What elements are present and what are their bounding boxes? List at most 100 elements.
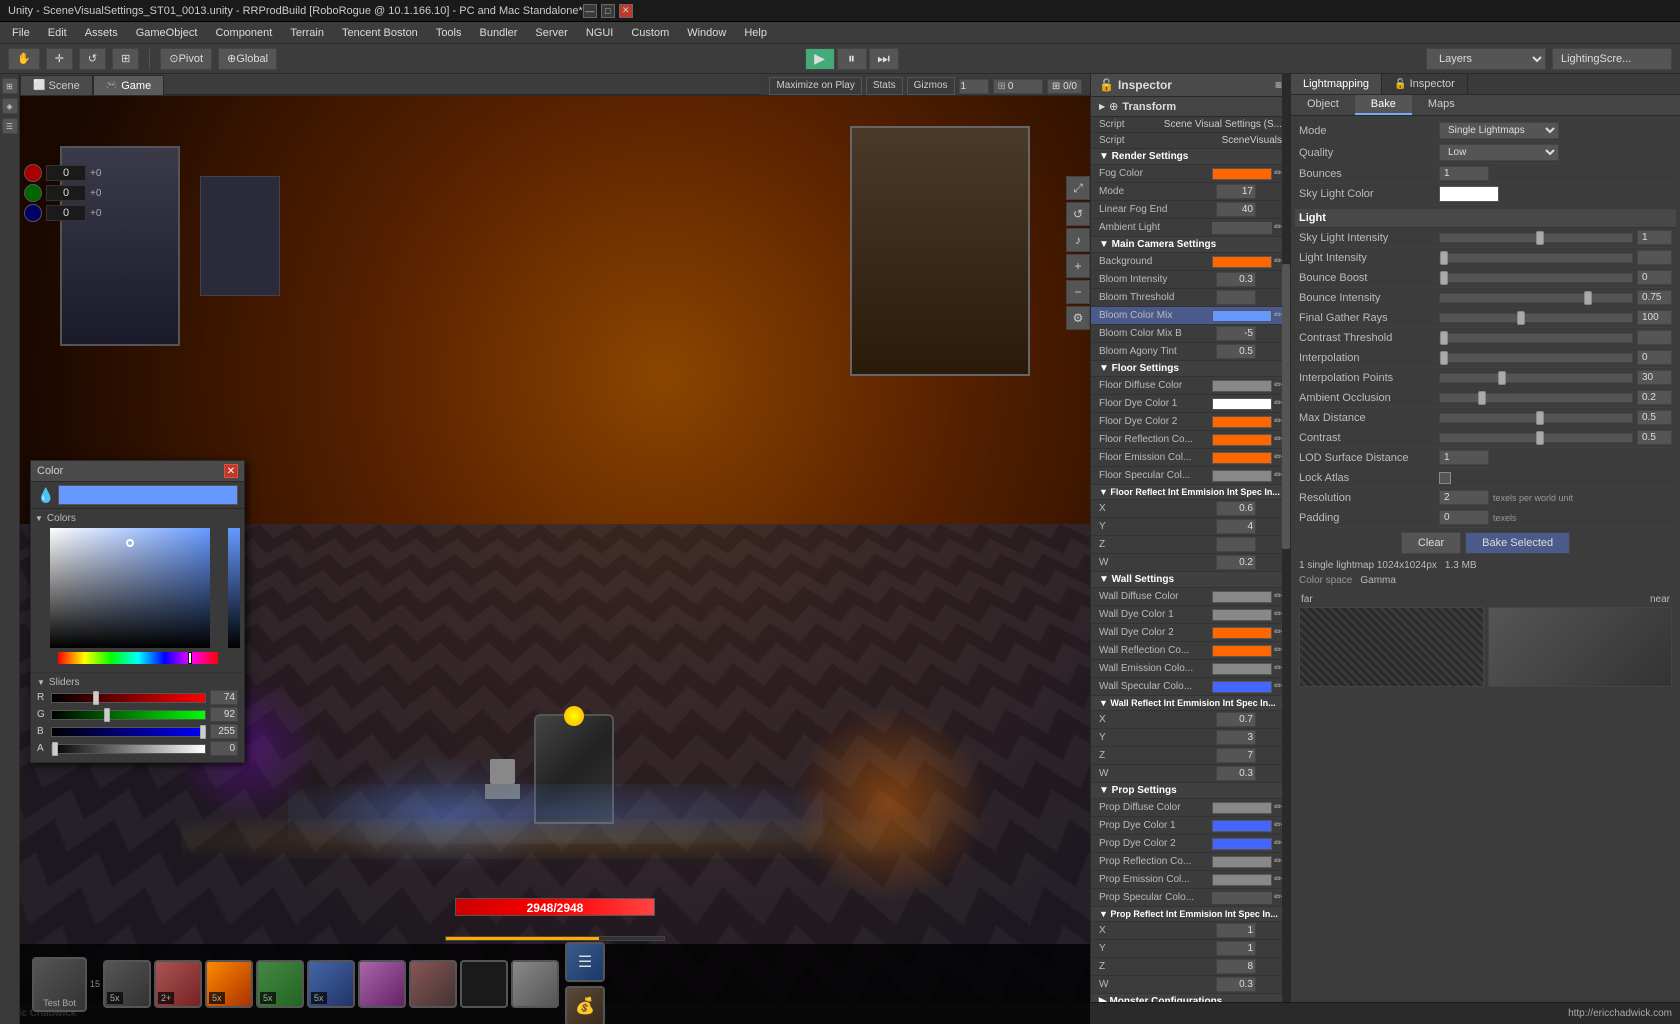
interpolation-points-input[interactable]	[1637, 370, 1672, 385]
mp-value[interactable]	[46, 185, 86, 201]
wall-rz-input[interactable]	[1216, 748, 1256, 763]
bounce-boost-slider[interactable]	[1439, 273, 1633, 283]
bloom-intensity-input[interactable]	[1216, 272, 1256, 287]
menu-help[interactable]: Help	[736, 25, 775, 41]
bake-selected-button[interactable]: Bake Selected	[1465, 532, 1570, 554]
bounces-input[interactable]	[1439, 166, 1489, 181]
cp-brightness-bar[interactable]	[228, 528, 240, 648]
clear-button[interactable]: Clear	[1401, 532, 1461, 554]
quality-dropdown[interactable]: Low	[1439, 144, 1559, 161]
ambient-occlusion-slider[interactable]	[1439, 393, 1633, 403]
wall-rw-input[interactable]	[1216, 766, 1256, 781]
inspector-scrollbar[interactable]	[1282, 74, 1290, 1024]
padding-input[interactable]	[1439, 510, 1489, 525]
floor-dye1-swatch[interactable]	[1212, 398, 1272, 410]
inventory-button[interactable]: ☰	[565, 942, 605, 982]
interpolation-points-slider[interactable]	[1439, 373, 1633, 383]
mode-dropdown[interactable]: Single Lightmaps	[1439, 122, 1559, 139]
menu-file[interactable]: File	[4, 25, 38, 41]
settings-icon[interactable]: ⚙	[1066, 306, 1090, 330]
cp-a-input[interactable]	[210, 741, 238, 756]
cp-hue-bar[interactable]	[58, 652, 218, 664]
skill-portrait[interactable]: Test Bot	[32, 957, 87, 1012]
wall-ry-input[interactable]	[1216, 730, 1256, 745]
prop-dye2-swatch[interactable]	[1212, 838, 1272, 850]
transform-hand-button[interactable]: ✋	[8, 48, 40, 70]
wall-settings-header[interactable]: ▼ Wall Settings	[1091, 572, 1290, 588]
render-settings-header[interactable]: ▼ Render Settings	[1091, 149, 1290, 165]
sidebar-icon-2[interactable]: ◈	[2, 98, 18, 114]
light-intensity-input[interactable]	[1637, 250, 1672, 265]
sky-light-intensity-slider[interactable]	[1439, 233, 1633, 243]
pause-button[interactable]: ⏸	[837, 48, 867, 70]
prop-ry-input[interactable]	[1216, 941, 1256, 956]
layers-dropdown[interactable]: Layers	[1426, 48, 1546, 70]
inspector-menu-icon[interactable]: ≡	[1275, 78, 1282, 92]
floor-w-input[interactable]	[1216, 555, 1256, 570]
menu-terrain[interactable]: Terrain	[282, 25, 332, 41]
close-button[interactable]: ✕	[619, 4, 633, 18]
lod-surface-distance-input[interactable]	[1439, 450, 1489, 465]
transform-rotate-button[interactable]: ↺	[79, 48, 106, 70]
cp-gradient-box[interactable]	[50, 528, 210, 648]
floor-reflect-header[interactable]: ▼ Floor Reflect Int Emmision Int Spec In…	[1091, 485, 1290, 500]
linear-fog-end-input[interactable]	[1216, 202, 1256, 217]
cp-g-input[interactable]	[210, 707, 238, 722]
skill-2[interactable]: 2+	[154, 960, 202, 1008]
bloom-threshold-input[interactable]	[1216, 290, 1256, 305]
wall-emission-swatch[interactable]	[1212, 663, 1272, 675]
layout-button[interactable]: LightingScre...	[1552, 48, 1672, 70]
sidebar-icon-1[interactable]: ⊞	[2, 78, 18, 94]
floor-specular-swatch[interactable]	[1212, 470, 1272, 482]
interpolation-input[interactable]	[1637, 350, 1672, 365]
wall-diffuse-swatch[interactable]	[1212, 591, 1272, 603]
wall-specular-swatch[interactable]	[1212, 681, 1272, 693]
cp-r-slider[interactable]	[51, 693, 206, 703]
bounce-intensity-slider[interactable]	[1439, 293, 1633, 303]
interpolation-slider[interactable]	[1439, 353, 1633, 363]
scene-tab[interactable]: ⬜ Scene	[20, 75, 93, 95]
color-picker-close[interactable]: ✕	[224, 464, 238, 478]
sky-light-intensity-input[interactable]	[1637, 230, 1672, 245]
skill-5[interactable]: 5x	[307, 960, 355, 1008]
menu-server[interactable]: Server	[527, 25, 575, 41]
game-tab[interactable]: 🎮 Game	[93, 75, 164, 95]
skill-6[interactable]	[358, 960, 406, 1008]
prop-reflection-swatch[interactable]	[1212, 856, 1272, 868]
prop-specular-swatch[interactable]	[1212, 892, 1272, 904]
max-distance-slider[interactable]	[1439, 413, 1633, 423]
menu-tools[interactable]: Tools	[428, 25, 470, 41]
transform-component-header[interactable]: ▶ ⊕ Transform	[1091, 97, 1290, 117]
lock-atlas-checkbox[interactable]	[1439, 472, 1451, 484]
menu-ngui[interactable]: NGUI	[578, 25, 622, 41]
menu-component[interactable]: Component	[207, 25, 280, 41]
floor-reflection-swatch[interactable]	[1212, 434, 1272, 446]
prop-settings-header[interactable]: ▼ Prop Settings	[1091, 783, 1290, 799]
skill-1[interactable]: 5x	[103, 960, 151, 1008]
floor-x-input[interactable]	[1216, 501, 1256, 516]
prop-diffuse-swatch[interactable]	[1212, 802, 1272, 814]
maximize-button[interactable]: □	[601, 4, 615, 18]
floor-dye2-swatch[interactable]	[1212, 416, 1272, 428]
menu-gameobject[interactable]: GameObject	[128, 25, 206, 41]
floor-emission-swatch[interactable]	[1212, 452, 1272, 464]
inspector-tab-rp[interactable]: 🔓 Inspector	[1382, 74, 1468, 94]
floor-diffuse-swatch[interactable]	[1212, 380, 1272, 392]
play-button[interactable]: ▶	[805, 48, 835, 70]
prop-rx-input[interactable]	[1216, 923, 1256, 938]
orbit-icon[interactable]: ↺	[1066, 202, 1090, 226]
res-input[interactable]	[1008, 81, 1038, 92]
cp-b-input[interactable]	[210, 724, 238, 739]
prop-emission-swatch[interactable]	[1212, 874, 1272, 886]
linear-fog-start-input[interactable]	[1216, 184, 1256, 199]
cp-r-input[interactable]	[210, 690, 238, 705]
resolution-input[interactable]	[1439, 490, 1489, 505]
zoom-in-icon[interactable]: +	[1066, 254, 1090, 278]
transform-move-button[interactable]: ✛	[46, 48, 73, 70]
move-icon[interactable]: ⤢	[1066, 176, 1090, 200]
menu-edit[interactable]: Edit	[40, 25, 75, 41]
bloom-color-mix-swatch[interactable]	[1212, 310, 1272, 322]
lightmapping-tab[interactable]: Lightmapping	[1291, 74, 1382, 94]
wall-rx-input[interactable]	[1216, 712, 1256, 727]
floor-z-input[interactable]	[1216, 537, 1256, 552]
